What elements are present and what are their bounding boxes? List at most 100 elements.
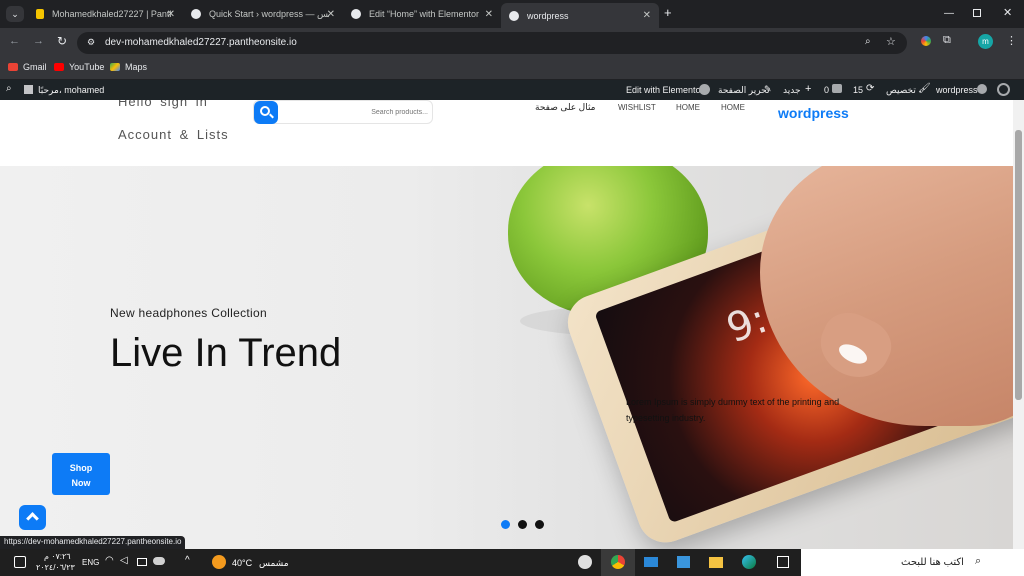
wordpress-icon (351, 9, 361, 19)
extension-color-icon[interactable] (921, 36, 931, 46)
minimize-button[interactable]: — (944, 8, 954, 19)
taskbar-app-edge-icon[interactable] (742, 555, 756, 569)
tab-title: Mohamedkhaled27227 | Panthe (52, 9, 172, 19)
search-input[interactable] (284, 104, 428, 120)
close-icon[interactable]: ✕ (485, 9, 493, 20)
tab-title: Quick Start › wordpress — ووردبريس (209, 8, 329, 19)
close-icon[interactable]: ✕ (167, 9, 175, 20)
scrollbar-thumb[interactable] (1015, 130, 1022, 400)
nav-item-home-1[interactable]: HOME (676, 103, 700, 112)
customize-link[interactable]: تخصيص (886, 85, 916, 96)
bookmark-gmail[interactable]: Gmail (8, 62, 47, 72)
admin-greeting[interactable]: مرحبًا، mohamed (38, 85, 104, 96)
wifi-icon[interactable]: ◠ (105, 555, 114, 566)
taskbar-app-mail-icon[interactable] (644, 557, 658, 567)
volume-icon[interactable]: ◁ (120, 555, 128, 566)
maximize-button[interactable] (973, 9, 981, 17)
close-window-button[interactable]: ✕ (1003, 6, 1012, 19)
site-name-link[interactable]: wordpress (936, 85, 978, 95)
slider-dot-2[interactable] (518, 520, 527, 529)
page-scrollbar[interactable] (1013, 100, 1024, 549)
wordpress-icon (509, 10, 519, 21)
menu-kebab-icon[interactable]: ⋮ (1006, 34, 1017, 47)
weather-icon[interactable] (212, 555, 226, 569)
tab-quick-start[interactable]: Quick Start › wordpress — ووردبريس ✕ (183, 4, 343, 24)
tab-search-button[interactable]: ⌄ (6, 6, 24, 22)
address-bar[interactable]: ⚙ dev-mohamedkhaled27227.pantheonsite.io… (77, 32, 907, 54)
reload-button[interactable]: ↻ (57, 34, 67, 48)
chevron-up-icon[interactable]: ^ (185, 555, 190, 566)
bookmark-label: YouTube (69, 62, 105, 72)
updates-icon: ⟳ (866, 83, 875, 94)
chevron-up-icon (26, 512, 39, 525)
pantheon-icon (36, 9, 44, 19)
gmail-icon (8, 63, 18, 71)
hero-slider: 9:57 New headphones Collection Live In T… (0, 166, 1013, 549)
tab-wordpress[interactable]: wordpress ✕ (501, 3, 659, 28)
pencil-icon: ✎ (764, 84, 772, 94)
plus-icon: + (805, 83, 812, 95)
language-indicator[interactable]: ENG (82, 558, 99, 567)
dashboard-icon (977, 84, 987, 94)
search-button[interactable] (254, 101, 278, 124)
forward-button[interactable]: → (33, 35, 44, 47)
taskbar-search-box[interactable]: اكتب هنا للبحث ⌕ (801, 549, 1024, 576)
slider-dot-3[interactable] (535, 520, 544, 529)
edit-page-link[interactable]: تحرير الصفحة (718, 85, 770, 96)
weather-desc[interactable]: مشمس (259, 558, 289, 569)
back-button[interactable]: ← (9, 35, 20, 47)
search-icon[interactable]: ⌕ (6, 83, 12, 94)
nav-item-home-2[interactable]: HOME (721, 103, 745, 112)
extensions-puzzle-icon[interactable]: ⧉ (943, 34, 951, 47)
account-hello[interactable]: Hello sign in (118, 100, 208, 109)
scroll-to-top-button[interactable] (19, 505, 46, 530)
wordpress-logo-icon[interactable] (997, 83, 1010, 96)
account-lists[interactable]: Account & Lists (118, 127, 229, 142)
search-icon: ⌕ (975, 555, 982, 567)
brush-icon: 🖌 (918, 83, 931, 94)
search-icon-handle (269, 113, 274, 119)
new-content-link[interactable]: جديد (783, 85, 801, 96)
updates-count[interactable]: 15 (853, 85, 863, 95)
user-avatar (24, 85, 33, 94)
profile-avatar[interactable]: m (978, 34, 993, 49)
weather-temp[interactable]: 40°C (232, 558, 252, 568)
site-logo[interactable]: wordpress (778, 105, 849, 121)
shop-now-button[interactable]: Shop Now (52, 453, 110, 495)
taskbar-app-store-icon[interactable] (677, 556, 690, 568)
onedrive-icon[interactable] (153, 557, 165, 565)
notification-icon[interactable] (14, 556, 26, 568)
browser-toolbar: ← → ↻ ⚙ dev-mohamedkhaled27227.pantheons… (0, 28, 1024, 57)
tab-pantheon[interactable]: Mohamedkhaled27227 | Panthe ✕ (28, 4, 183, 24)
slider-dot-1[interactable] (501, 520, 510, 529)
battery-icon[interactable] (137, 558, 147, 566)
edit-with-elementor[interactable]: Edit with Elementor (626, 85, 704, 95)
nav-item-sample-page[interactable]: مثال على صفحة (535, 102, 596, 113)
tab-elementor[interactable]: Edit “Home” with Elementor ✕ (343, 4, 501, 24)
nav-item-wishlist[interactable]: WISHLIST (618, 103, 656, 112)
bookmark-star-icon[interactable]: ☆ (886, 35, 896, 48)
close-icon[interactable]: ✕ (643, 10, 651, 21)
site-info-icon[interactable]: ⚙ (87, 37, 95, 48)
elementor-icon (699, 84, 710, 95)
taskbar-app-chrome-icon[interactable] (601, 549, 635, 576)
task-view-icon[interactable] (777, 556, 789, 568)
bookmark-youtube[interactable]: YouTube (54, 62, 104, 72)
taskbar-date: ٢٠٢٤/٠٦/٢٣ (36, 563, 75, 572)
comments-count[interactable]: 0 (824, 85, 829, 95)
zoom-icon[interactable]: ⌕ (865, 36, 871, 47)
new-tab-button[interactable]: + (664, 6, 672, 20)
close-icon[interactable]: ✕ (327, 9, 335, 20)
taskbar-app-obs-icon[interactable] (578, 555, 592, 569)
status-url: https://dev-mohamedkhaled27227.pantheons… (0, 536, 186, 550)
tab-strip: ⌄ Mohamedkhaled27227 | Panthe ✕ Quick St… (0, 0, 1024, 28)
search-bar (253, 100, 433, 124)
taskbar-search-input: اكتب هنا للبحث (901, 557, 964, 568)
taskbar-time: ٠٧:٢٦ م (44, 552, 71, 561)
bookmark-maps[interactable]: Maps (110, 62, 147, 72)
taskbar-app-explorer-icon[interactable] (709, 557, 723, 568)
comment-icon (832, 84, 842, 93)
shop-now-label: Shop Now (69, 463, 93, 488)
maps-icon (110, 63, 120, 71)
bookmarks-bar: Gmail YouTube Maps (0, 57, 1024, 79)
